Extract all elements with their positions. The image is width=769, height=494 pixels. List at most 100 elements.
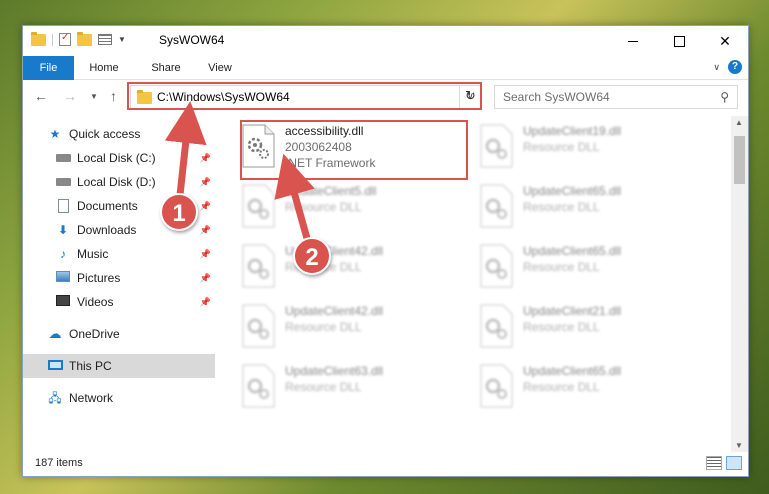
sidebar-item-label: Videos <box>77 295 114 309</box>
list-item[interactable]: UpdateClient42.dll Resource DLL <box>235 240 459 296</box>
step-2-callout: 2 <box>293 237 331 275</box>
up-arrow-icon[interactable]: ↑ <box>110 88 117 104</box>
sidebar-item-local-disk-c[interactable]: Local Disk (C:) 📌 <box>23 146 215 170</box>
file-type: Resource DLL <box>523 320 600 334</box>
quick-access-toolbar: ▼ <box>31 31 126 46</box>
list-item[interactable]: UpdateClient65.dll Resource DLL <box>473 240 697 296</box>
list-item[interactable]: UpdateClient19.dll Resource DLL <box>473 120 697 176</box>
address-highlight-box <box>127 82 482 110</box>
scroll-thumb[interactable] <box>734 136 745 184</box>
scroll-up-icon[interactable]: ▲ <box>735 118 743 127</box>
sidebar-item-label: OneDrive <box>69 327 120 341</box>
file-name: UpdateClient42.dll <box>285 304 384 318</box>
file-type: Resource DLL <box>285 200 362 214</box>
customize-toolbar-chevron-icon[interactable]: ▼ <box>118 35 126 44</box>
sidebar-item-onedrive[interactable]: ☁ OneDrive <box>23 322 215 346</box>
close-button[interactable]: ✕ <box>702 26 748 56</box>
dll-file-icon <box>480 184 513 228</box>
file-name: UpdateClient21.dll <box>523 304 622 318</box>
sidebar-item-label: Local Disk (C:) <box>77 151 156 165</box>
sidebar-item-network[interactable]: 🖧 Network <box>23 386 215 410</box>
forward-arrow-icon[interactable]: → <box>63 88 77 104</box>
sidebar-item-quick-access[interactable]: ★ Quick access <box>23 122 215 146</box>
tab-file[interactable]: File <box>23 56 74 80</box>
scroll-down-icon[interactable]: ▼ <box>735 441 743 450</box>
pin-icon[interactable]: 📌 <box>200 225 211 236</box>
pin-icon[interactable]: 📌 <box>200 273 211 284</box>
tab-view[interactable]: View <box>196 56 244 80</box>
details-view-icon[interactable] <box>706 456 722 470</box>
minimize-button[interactable] <box>610 26 656 56</box>
list-item[interactable]: UpdateClient65.dll Resource DLL <box>473 360 697 416</box>
file-type: Resource DLL <box>285 320 362 334</box>
file-type: Resource DLL <box>523 140 600 154</box>
help-icon[interactable]: ? <box>728 60 742 74</box>
search-input[interactable] <box>503 90 703 104</box>
sidebar-item-label: Quick access <box>69 127 141 141</box>
pin-icon[interactable]: 📌 <box>200 201 211 212</box>
file-type: Resource DLL <box>523 200 600 214</box>
vertical-scrollbar[interactable]: ▲ ▼ <box>731 116 748 454</box>
ribbon-tabs: File Home Share View ∨ ? <box>23 56 748 80</box>
dll-file-icon <box>480 244 513 288</box>
sidebar-item-videos[interactable]: Videos 📌 <box>23 290 215 314</box>
music-icon: ♪ <box>60 247 66 261</box>
file-name: UpdateClient19.dll <box>523 124 622 138</box>
large-icons-view-icon[interactable] <box>726 456 742 470</box>
sidebar-item-label: Network <box>69 391 114 405</box>
navigation-pane: ★ Quick access Local Disk (C:) 📌 Local D… <box>23 114 215 452</box>
file-name: UpdateClient65.dll <box>523 244 622 258</box>
view-options-icon[interactable] <box>98 34 112 45</box>
disk-icon <box>55 178 71 186</box>
list-item[interactable]: UpdateClient42.dll Resource DLL <box>235 300 459 356</box>
new-folder-icon[interactable] <box>77 31 92 46</box>
dll-file-icon <box>242 244 275 288</box>
sidebar-item-label: Documents <box>77 199 138 213</box>
dll-file-icon <box>480 124 513 168</box>
file-type: Resource DLL <box>523 260 600 274</box>
sidebar-item-label: Music <box>77 247 109 261</box>
title-bar: ▼ SysWOW64 ✕ <box>23 26 748 56</box>
sidebar-item-label: Pictures <box>77 271 121 285</box>
tab-home[interactable]: Home <box>79 56 129 80</box>
downloads-icon: ⬇ <box>57 223 69 237</box>
list-item[interactable]: UpdateClient63.dll Resource DLL <box>235 360 459 416</box>
step-1-callout: 1 <box>160 193 198 231</box>
expand-ribbon-chevron-icon[interactable]: ∨ <box>713 62 720 73</box>
pin-icon[interactable]: 📌 <box>200 249 211 260</box>
sidebar-item-local-disk-d[interactable]: Local Disk (D:) 📌 <box>23 170 215 194</box>
videos-icon <box>56 295 70 306</box>
search-icon[interactable]: ⚲ <box>720 90 729 104</box>
caption-buttons: ✕ <box>610 26 748 56</box>
list-item[interactable]: UpdateClient65.dll Resource DLL <box>473 180 697 236</box>
pin-icon[interactable]: 📌 <box>200 177 211 188</box>
search-box[interactable]: ⚲ <box>494 85 738 109</box>
file-name: UpdateClient63.dll <box>285 364 384 378</box>
pin-icon[interactable]: 📌 <box>200 297 211 308</box>
ribbon-controls: ∨ ? <box>713 60 742 74</box>
sidebar-item-label: Local Disk (D:) <box>77 175 156 189</box>
pictures-icon <box>56 271 70 282</box>
star-icon: ★ <box>49 127 61 141</box>
dll-file-icon <box>242 184 275 228</box>
window-title: SysWOW64 <box>159 33 225 47</box>
dll-file-icon <box>480 304 513 348</box>
this-pc-icon <box>47 360 63 370</box>
back-arrow-icon[interactable]: ← <box>34 88 48 104</box>
recent-locations-chevron-icon[interactable]: ▼ <box>90 92 98 101</box>
file-name: UpdateClient65.dll <box>523 184 622 198</box>
pin-icon[interactable]: 📌 <box>200 153 211 164</box>
file-name: UpdateClient65.dll <box>523 364 622 378</box>
list-item[interactable]: UpdateClient5.dll Resource DLL <box>235 180 459 236</box>
sidebar-item-label: Downloads <box>77 223 137 237</box>
maximize-button[interactable] <box>656 26 702 56</box>
sidebar-item-pictures[interactable]: Pictures 📌 <box>23 266 215 290</box>
dll-file-icon <box>242 304 275 348</box>
sidebar-item-this-pc[interactable]: This PC <box>23 354 215 378</box>
list-item[interactable]: UpdateClient21.dll Resource DLL <box>473 300 697 356</box>
dll-file-icon <box>242 364 275 408</box>
properties-icon[interactable] <box>59 32 71 46</box>
sidebar-item-label: This PC <box>69 359 112 373</box>
sidebar-item-music[interactable]: ♪ Music 📌 <box>23 242 215 266</box>
tab-share[interactable]: Share <box>141 56 191 80</box>
